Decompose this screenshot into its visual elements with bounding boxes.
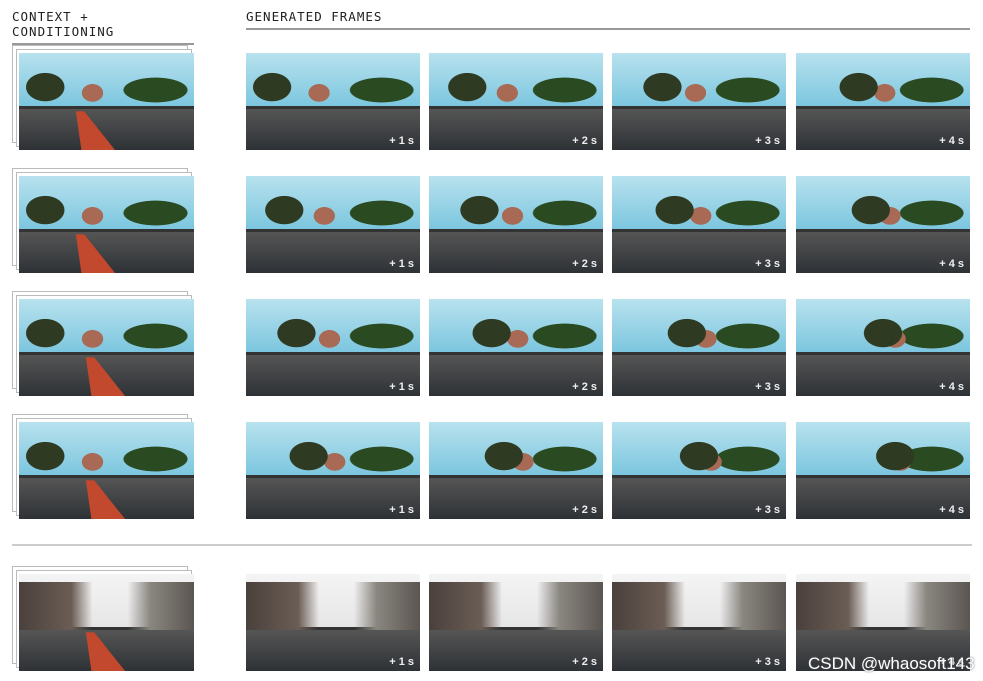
time-offset-label: + 1 s <box>389 381 414 393</box>
time-offset-label: + 1 s <box>389 135 414 147</box>
context-frame <box>19 176 194 273</box>
time-offset-label: + 1 s <box>389 258 414 270</box>
time-offset-label: + 4 s <box>939 504 964 516</box>
generated-frame: + 3 s <box>612 422 786 519</box>
time-offset-label: + 2 s <box>572 656 597 668</box>
watermark: CSDN @whaosoft143 <box>808 654 975 673</box>
context-frame <box>19 574 194 671</box>
time-offset-label: + 4 s <box>939 381 964 393</box>
context-frame <box>19 53 194 150</box>
time-offset-label: + 3 s <box>755 656 780 668</box>
generated-frame: + 1 s <box>246 53 420 150</box>
generated-frame: + 4 s <box>796 53 970 150</box>
time-offset-label: + 2 s <box>572 258 597 270</box>
generated-frame: + 4 s <box>796 176 970 273</box>
generated-frame: + 1 s <box>246 574 420 671</box>
time-offset-label: + 2 s <box>572 504 597 516</box>
generated-frame: + 2 s <box>429 299 603 396</box>
context-frame <box>19 422 194 519</box>
generated-frame: + 2 s <box>429 422 603 519</box>
time-offset-label: + 3 s <box>755 135 780 147</box>
generated-frame: + 3 s <box>612 176 786 273</box>
generated-frame: + 2 s <box>429 176 603 273</box>
generated-frame: + 1 s <box>246 422 420 519</box>
generated-frame: + 1 s <box>246 176 420 273</box>
time-offset-label: + 2 s <box>572 135 597 147</box>
section-divider <box>12 544 972 546</box>
generated-frame: + 3 s <box>612 53 786 150</box>
generated-frame: + 2 s <box>429 574 603 671</box>
time-offset-label: + 1 s <box>389 656 414 668</box>
time-offset-label: + 2 s <box>572 381 597 393</box>
generated-frame: + 3 s <box>612 574 786 671</box>
generated-frame: + 1 s <box>246 299 420 396</box>
generated-frame: + 4 s <box>796 299 970 396</box>
time-offset-label: + 1 s <box>389 504 414 516</box>
time-offset-label: + 4 s <box>939 258 964 270</box>
context-frame <box>19 299 194 396</box>
generated-frame: + 2 s <box>429 53 603 150</box>
generated-frames-header: GENERATED FRAMES <box>246 9 970 30</box>
context-conditioning-header: CONTEXT + CONDITIONING <box>12 9 194 45</box>
time-offset-label: + 4 s <box>939 135 964 147</box>
generated-frame: + 3 s <box>612 299 786 396</box>
time-offset-label: + 3 s <box>755 504 780 516</box>
generated-frame: + 4 s <box>796 422 970 519</box>
time-offset-label: + 3 s <box>755 258 780 270</box>
time-offset-label: + 3 s <box>755 381 780 393</box>
